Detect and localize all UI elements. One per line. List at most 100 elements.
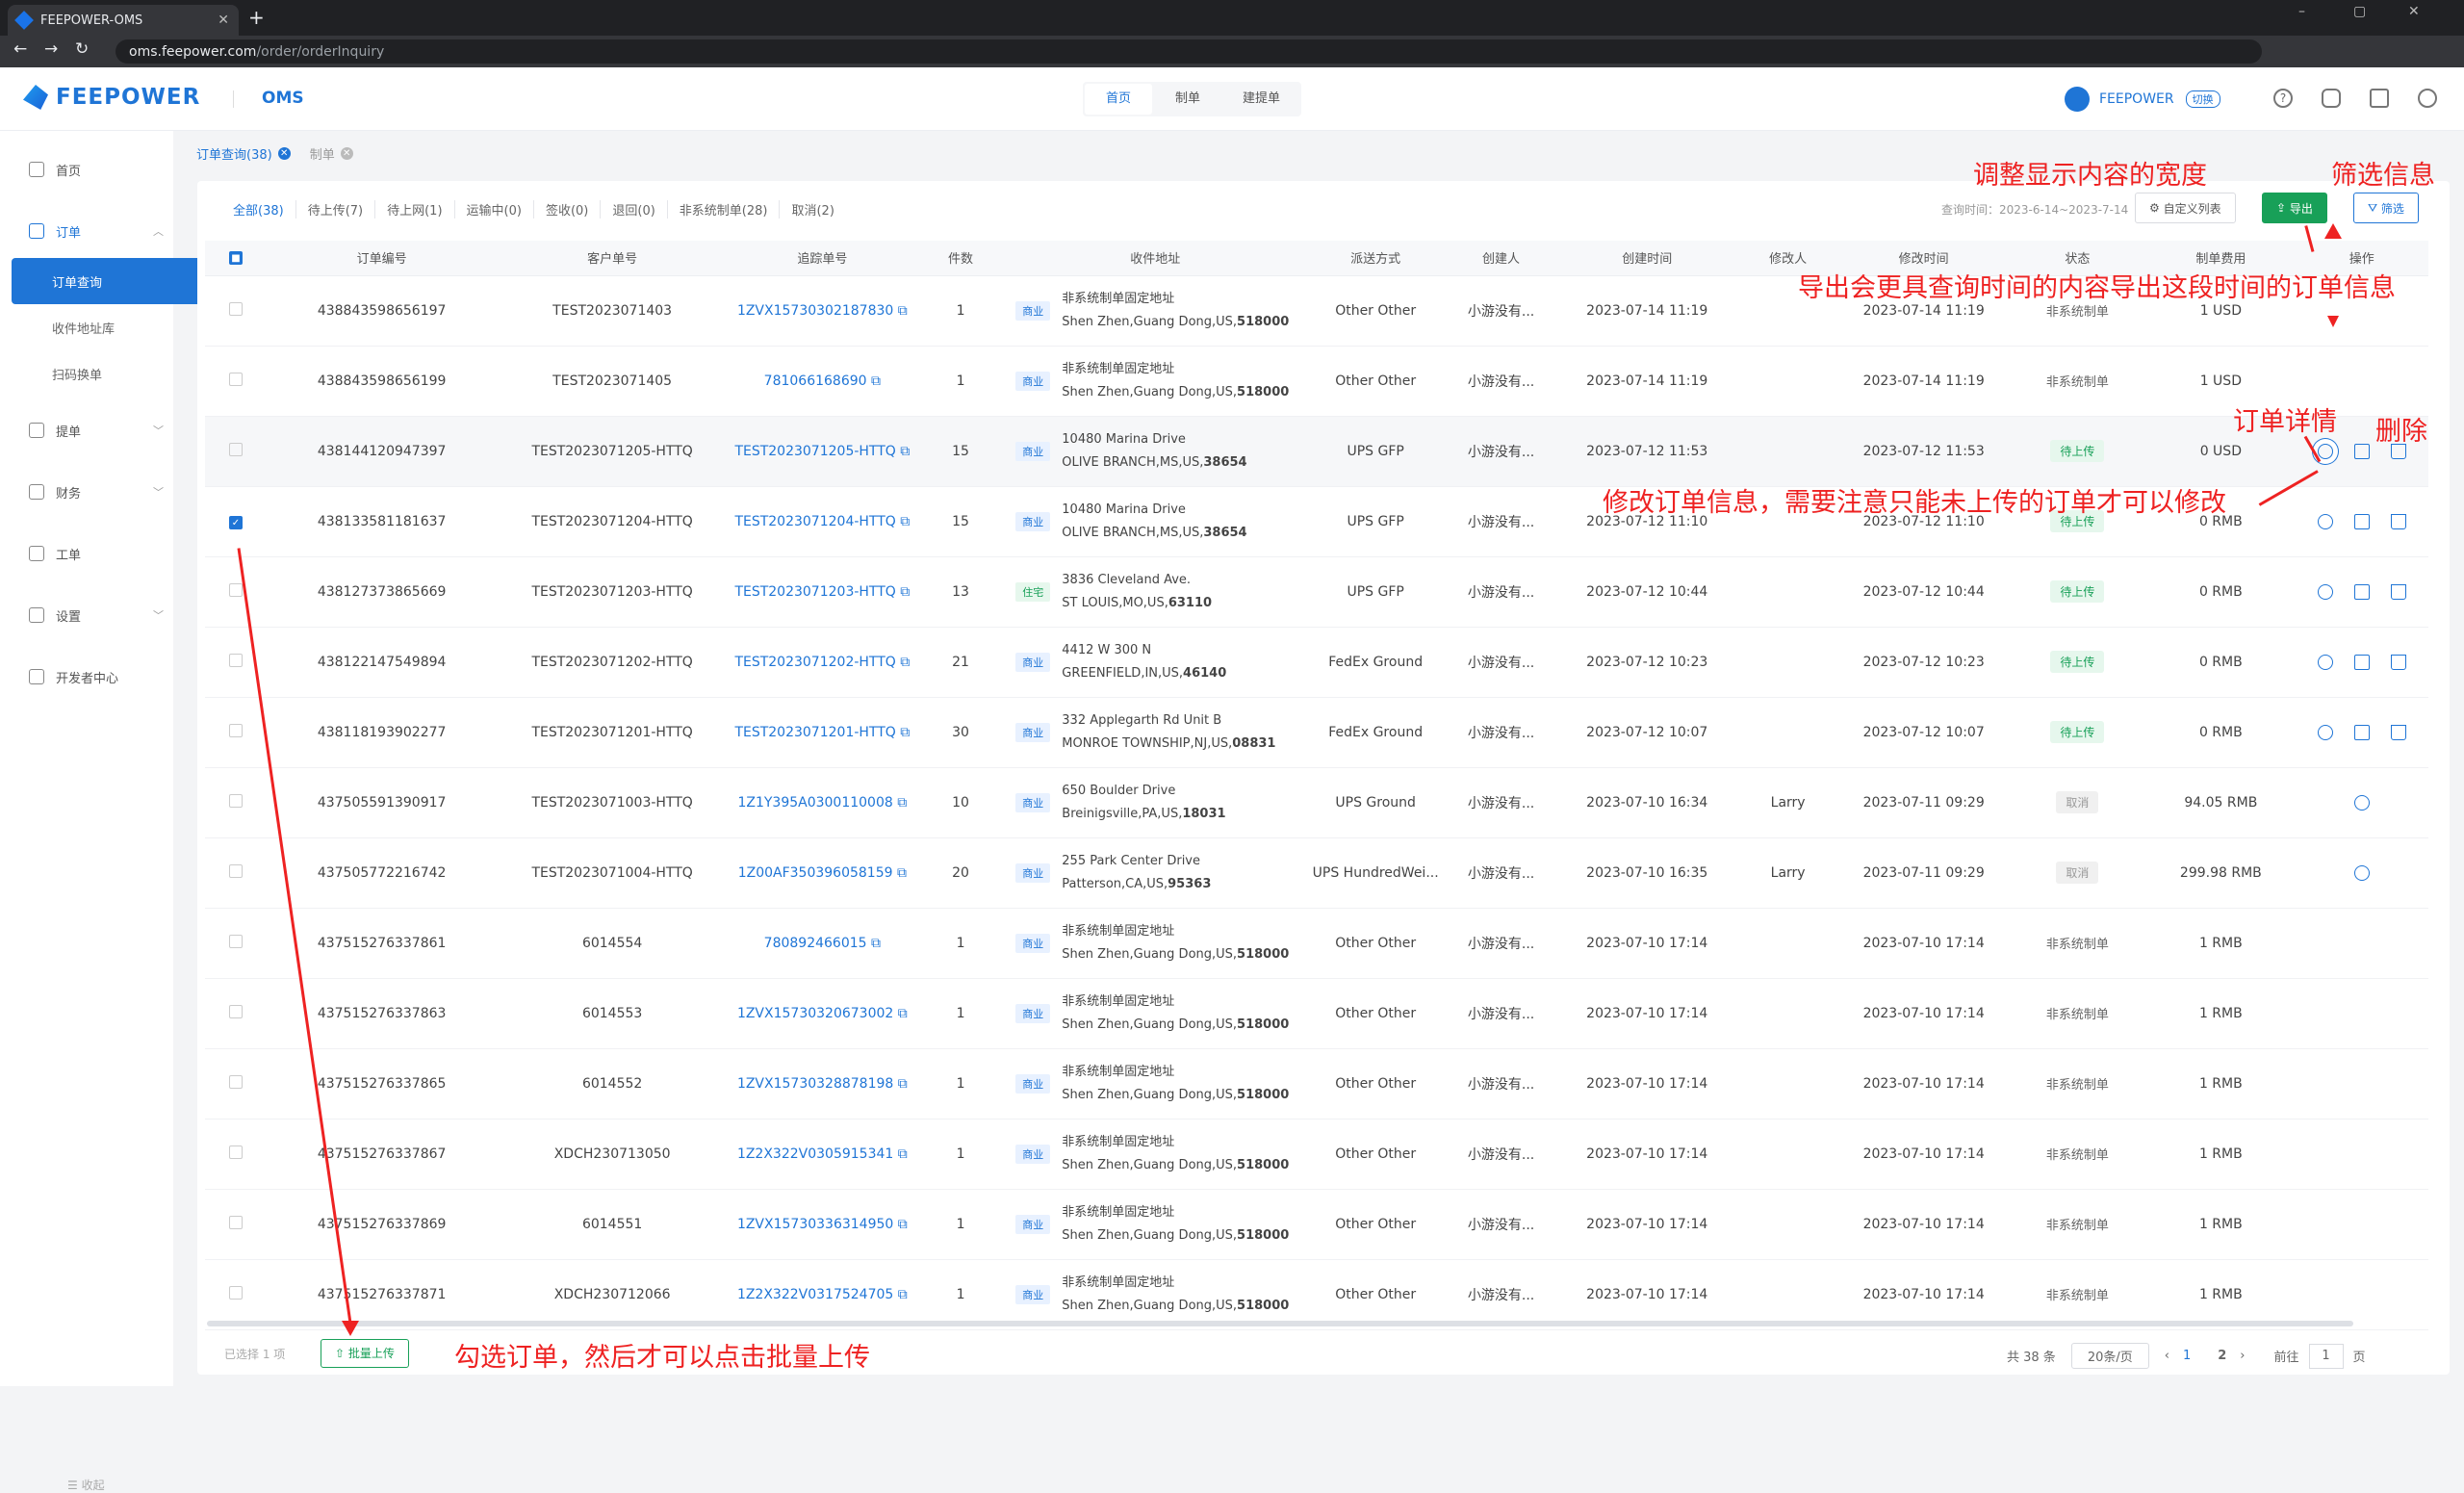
order-detail-icon[interactable] [2353,864,2370,881]
goto-page-input[interactable]: 1 [2308,1343,2344,1369]
row-select-cell[interactable] [205,697,267,768]
edit-icon[interactable] [2353,443,2370,459]
order-detail-icon[interactable] [2353,794,2370,811]
row-checkbox[interactable] [228,653,243,667]
tracking-no-cell[interactable]: TEST2023071204-HTTQ ⧉ [727,486,917,557]
row-checkbox[interactable] [228,442,243,456]
external-link-icon[interactable]: ⧉ [893,1217,908,1232]
row-checkbox[interactable] [228,1215,243,1229]
nav-create-bill[interactable]: 建提单 [1221,82,1301,116]
external-link-icon[interactable]: ⧉ [896,725,910,740]
row-checkbox[interactable] [228,863,243,878]
tracking-link[interactable]: TEST2023071201-HTTQ [734,725,895,740]
tracking-link[interactable]: 1Z00AF350396058159 [738,865,893,881]
tracking-no-cell[interactable]: 1ZVX15730336314950 ⧉ [727,1189,917,1260]
row-select-cell[interactable] [205,908,267,979]
sidebar-item-settings[interactable]: 设置 ﹀ [29,601,164,630]
tracking-link[interactable]: 1Z2X322V0317524705 [737,1287,893,1302]
table-row[interactable]: 438118193902277 TEST2023071201-HTTQ TEST20… [205,697,2428,768]
delete-icon[interactable] [2390,654,2406,670]
table-row[interactable]: 437515276337865 6014552 1ZVX15730328878198… [205,1048,2428,1120]
delete-icon[interactable] [2390,724,2406,740]
row-select-cell[interactable] [205,837,267,909]
table-row[interactable]: 437515276337867 XDCH230713050 1Z2X322V0305… [205,1119,2428,1190]
row-select-cell[interactable]: ✓ [205,486,267,557]
tracking-link[interactable]: 780892466015 [764,936,867,951]
tracking-no-cell[interactable]: 1Z2X322V0317524705 ⧉ [727,1259,917,1330]
table-row[interactable]: 438122147549894 TEST2023071202-HTTQ TEST20… [205,627,2428,698]
help-icon[interactable]: ? [2273,89,2293,108]
custom-columns-button[interactable]: ⚙ 自定义列表 [2135,193,2236,223]
tracking-link[interactable]: 781066168690 [764,373,867,389]
page-tab-create-order[interactable]: 制单 ✕ [310,144,353,163]
external-link-icon[interactable]: ⧉ [893,1287,908,1302]
table-row[interactable]: 437505591390917 TEST2023071003-HTTQ 1Z1Y39… [205,767,2428,838]
select-all-header[interactable]: ■ [205,241,267,276]
page-size-select[interactable]: 20条/页 [2070,1343,2149,1369]
filter-button[interactable]: ⛛ 筛选 [2353,193,2419,223]
row-checkbox[interactable]: ✓ [228,515,243,529]
tracking-no-cell[interactable]: 1ZVX15730302187830 ⧉ [727,275,917,347]
tracking-no-cell[interactable]: 1Z2X322V0305915341 ⧉ [727,1119,917,1190]
close-window-icon[interactable]: ✕ [2408,4,2420,19]
table-row[interactable]: 437515276337871 XDCH230712066 1Z2X322V0317… [205,1259,2428,1330]
minimize-icon[interactable]: – [2298,4,2305,19]
tracking-link[interactable]: TEST2023071203-HTTQ [734,584,895,600]
tracking-link[interactable]: 1ZVX15730302187830 [737,303,893,319]
external-link-icon[interactable]: ⧉ [896,584,910,600]
table-row[interactable]: 437515276337869 6014551 1ZVX15730336314950… [205,1189,2428,1260]
page-2[interactable]: 2 [2218,1349,2226,1363]
filter-tab-all[interactable]: 全部(38) [221,199,296,219]
reload-icon[interactable]: ↻ [75,39,89,59]
row-checkbox[interactable] [228,1074,243,1089]
switch-account-button[interactable]: 切换 [2185,90,2220,108]
tracking-no-cell[interactable]: 1Z1Y395A0300110008 ⧉ [727,767,917,838]
sidebar-sub-scan-swap[interactable]: 扫码换单 [12,350,204,397]
tracking-link[interactable]: 1Z1Y395A0300110008 [737,795,892,811]
row-select-cell[interactable] [205,1259,267,1330]
external-link-icon[interactable]: ⧉ [893,795,907,811]
filter-tab-returned[interactable]: 退回(0) [601,199,668,219]
prev-page-icon[interactable]: ‹ [2165,1349,2169,1363]
page-1[interactable]: 1 [2183,1349,2191,1363]
forward-icon[interactable]: → [44,39,58,59]
delete-icon[interactable] [2390,583,2406,600]
column-header[interactable]: 追踪单号 [727,241,917,276]
row-select-cell[interactable] [205,275,267,347]
external-link-icon[interactable]: ⧉ [867,936,881,951]
address-bar[interactable]: oms.feepower.com/order/orderInquiry [116,39,2262,64]
external-link-icon[interactable]: ⧉ [893,865,907,881]
row-select-cell[interactable] [205,767,267,838]
row-select-cell[interactable] [205,416,267,487]
edit-icon[interactable] [2353,583,2370,600]
external-link-icon[interactable]: ⧉ [896,514,910,529]
export-button[interactable]: ⇪ 导出 [2262,193,2327,223]
row-checkbox[interactable] [228,301,243,316]
close-icon[interactable]: ✕ [277,146,291,160]
order-detail-icon[interactable] [2317,513,2333,529]
edit-icon[interactable] [2353,654,2370,670]
filter-tab-non-system[interactable]: 非系统制单(28) [668,199,781,219]
edit-icon[interactable] [2353,513,2370,529]
row-checkbox[interactable] [228,372,243,386]
sidebar-collapse-button[interactable]: ☰ 收起 [67,1477,105,1493]
next-page-icon[interactable]: › [2240,1349,2245,1363]
external-link-icon[interactable]: ⧉ [893,1076,908,1092]
row-checkbox[interactable] [228,1145,243,1159]
filter-tab-pending-upload[interactable]: 待上传(7) [296,199,376,219]
sidebar-item-developer[interactable]: 开发者中心 [29,662,164,691]
tracking-link[interactable]: TEST2023071204-HTTQ [734,514,895,529]
user-menu[interactable]: FEEPOWER 切换 [2065,87,2220,112]
tracking-link[interactable]: TEST2023071202-HTTQ [734,655,895,670]
order-detail-icon[interactable] [2317,583,2333,600]
tracking-link[interactable]: 1ZVX15730328878198 [737,1076,893,1092]
order-detail-icon[interactable] [2317,443,2333,459]
delete-icon[interactable] [2390,513,2406,529]
new-tab-icon[interactable]: + [248,6,265,29]
row-checkbox[interactable] [228,582,243,597]
close-tab-icon[interactable]: ✕ [218,13,229,28]
browser-tab[interactable]: FEEPOWER-OMS ✕ [8,5,239,36]
tracking-no-cell[interactable]: 1Z00AF350396058159 ⧉ [727,837,917,909]
tracking-no-cell[interactable]: TEST2023071205-HTTQ ⧉ [727,416,917,487]
external-link-icon[interactable]: ⧉ [893,1146,908,1162]
